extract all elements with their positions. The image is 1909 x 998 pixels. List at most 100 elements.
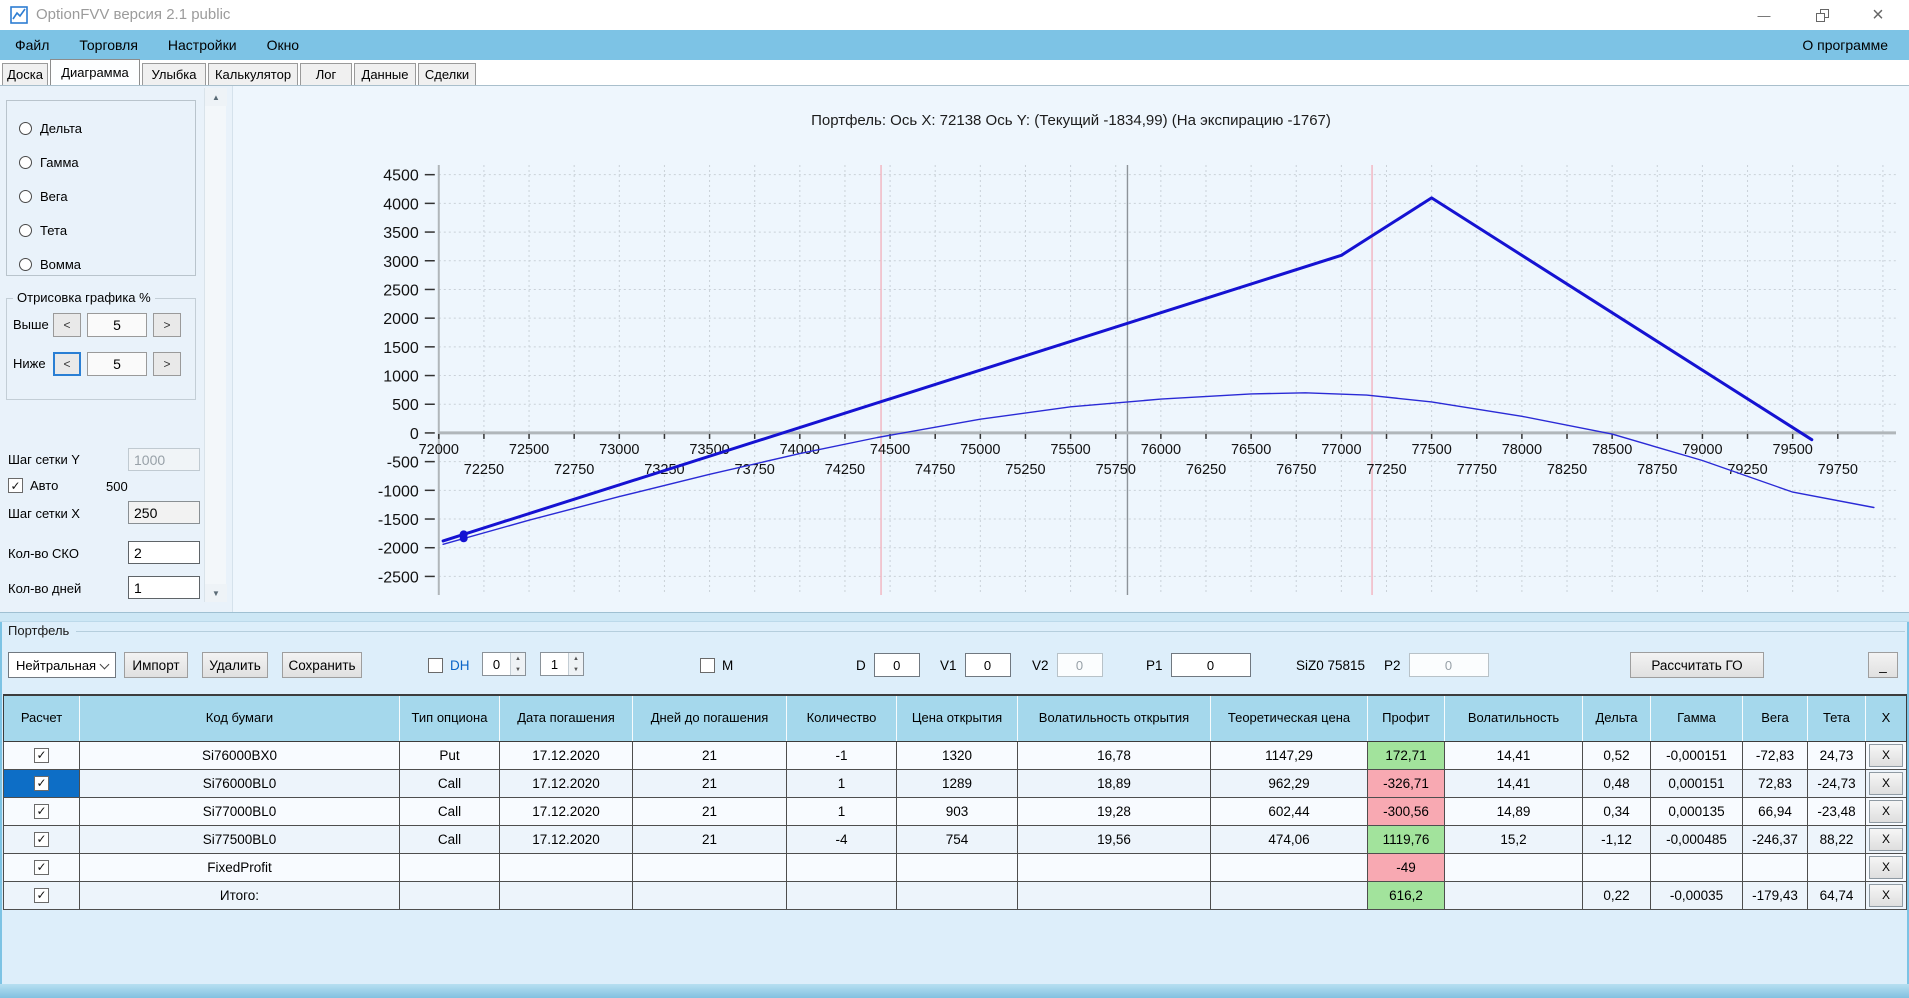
cell-profit: 616,2 bbox=[1367, 880, 1445, 910]
portfolio-chart[interactable]: -2500 -2000 -1500 -1000 -500 0 500 1000 1500 2000… bbox=[233, 86, 1909, 612]
p1-field-label: P1 bbox=[1146, 657, 1163, 673]
sko-count-input[interactable] bbox=[128, 541, 200, 564]
spin-up-icon[interactable]: ▲ bbox=[569, 653, 583, 664]
auto-row: ✓ Авто bbox=[8, 478, 58, 493]
tab-smile[interactable]: Улыбка bbox=[142, 63, 206, 85]
remove-row-button[interactable]: X bbox=[1869, 799, 1903, 823]
radio-label: Вомма bbox=[40, 256, 82, 272]
radio-vega[interactable]: Вега bbox=[19, 179, 195, 213]
menu-file[interactable]: Файл bbox=[0, 30, 64, 60]
spin-down-icon[interactable]: ▼ bbox=[511, 664, 525, 675]
tab-trades[interactable]: Сделки bbox=[418, 63, 476, 85]
radio-delta[interactable]: Дельта bbox=[19, 111, 195, 145]
menu-about[interactable]: О программе bbox=[1787, 30, 1903, 60]
dh-checkbox[interactable] bbox=[428, 657, 443, 673]
y-tick-label: 1500 bbox=[383, 340, 419, 357]
calc-margin-button[interactable]: Рассчитать ГО bbox=[1630, 652, 1764, 678]
tab-board[interactable]: Доска bbox=[2, 63, 48, 85]
radio-vomma[interactable]: Вомма bbox=[19, 247, 195, 281]
remove-row-button[interactable]: X bbox=[1869, 743, 1903, 767]
d-field-input[interactable] bbox=[873, 653, 920, 677]
cell-open-vol bbox=[1017, 880, 1211, 910]
menu-settings[interactable]: Настройки bbox=[153, 30, 252, 60]
below-value[interactable]: 5 bbox=[87, 351, 147, 376]
row-checkbox[interactable]: ✓ bbox=[34, 887, 49, 903]
cell-open-price: 1320 bbox=[896, 740, 1018, 770]
cell-type: Put bbox=[399, 740, 500, 770]
column-header: Профит bbox=[1367, 694, 1445, 742]
tab-log[interactable]: Лог bbox=[300, 63, 352, 85]
cell-vol: 14,41 bbox=[1444, 740, 1583, 770]
dh-spinner-1[interactable]: 0 ▲ ▼ bbox=[482, 652, 526, 676]
row-checkbox[interactable]: ✓ bbox=[34, 859, 49, 875]
draw-above-row: Выше < 5 > bbox=[13, 312, 193, 337]
y-tick-label: -1500 bbox=[378, 512, 419, 529]
cell-vol bbox=[1444, 852, 1583, 882]
radio-gamma[interactable]: Гамма bbox=[19, 145, 195, 179]
cursor-marker bbox=[459, 530, 468, 539]
cell-days: 21 bbox=[632, 824, 787, 854]
v2-field-input[interactable] bbox=[1056, 653, 1103, 677]
spin-up-icon[interactable]: ▲ bbox=[511, 653, 525, 664]
x-tick-label: 77250 bbox=[1366, 462, 1406, 478]
below-increase-button[interactable]: > bbox=[153, 351, 181, 376]
row-checkbox[interactable]: ✓ bbox=[34, 831, 49, 847]
y-tick-label: 2000 bbox=[383, 311, 419, 328]
scroll-down-icon[interactable]: ▼ bbox=[205, 584, 227, 602]
cell-delta: 0,48 bbox=[1582, 768, 1651, 798]
strategy-select[interactable]: Нейтральная bbox=[8, 652, 116, 678]
cell-profit: 172,71 bbox=[1367, 740, 1445, 770]
grid-step-x-input[interactable] bbox=[128, 501, 200, 524]
grid-step-y-input[interactable] bbox=[128, 448, 200, 471]
remove-row-button[interactable]: X bbox=[1869, 855, 1903, 879]
row-checkbox[interactable]: ✓ bbox=[34, 803, 49, 819]
below-decrease-button[interactable]: < bbox=[53, 351, 81, 376]
above-decrease-button[interactable]: < bbox=[53, 312, 81, 337]
diagram-tab-page: Дельта Гамма Вега Тета Вомма ▲ ▼ Отрисовка г… bbox=[0, 86, 1909, 612]
cell-vol: 14,89 bbox=[1444, 796, 1583, 826]
restore-button[interactable] bbox=[1799, 0, 1845, 30]
portfolio-toolbar: Нейтральная Импорт Удалить Сохранить DH 0 … bbox=[0, 650, 1909, 680]
remove-row-button[interactable]: X bbox=[1869, 883, 1903, 907]
cell-calc: ✓ bbox=[3, 824, 80, 854]
row-checkbox[interactable]: ✓ bbox=[34, 775, 49, 791]
days-count-input[interactable] bbox=[128, 576, 200, 599]
x-tick-label: 74500 bbox=[870, 442, 910, 458]
p1-field: P1 bbox=[1146, 652, 1251, 678]
column-header: Цена открытия bbox=[896, 694, 1018, 742]
cell-vega: 72,83 bbox=[1742, 768, 1808, 798]
tab-diagram[interactable]: Диаграмма bbox=[50, 59, 140, 85]
minimize-button[interactable]: — bbox=[1741, 0, 1787, 30]
cell-qty bbox=[786, 852, 897, 882]
sidebar-scrollbar[interactable]: ▲ ▼ bbox=[204, 88, 227, 602]
scroll-up-icon[interactable]: ▲ bbox=[205, 88, 227, 106]
panel-splitter[interactable] bbox=[0, 612, 1909, 622]
above-value[interactable]: 5 bbox=[87, 312, 147, 337]
cell-qty: 1 bbox=[786, 796, 897, 826]
v1-field-input[interactable] bbox=[964, 653, 1011, 677]
radio-theta[interactable]: Тета bbox=[19, 213, 195, 247]
p2-field-input[interactable] bbox=[1408, 653, 1489, 677]
above-increase-button[interactable]: > bbox=[153, 312, 181, 337]
cell-vega: 66,94 bbox=[1742, 796, 1808, 826]
save-button[interactable]: Сохранить bbox=[282, 652, 362, 678]
remove-row-button[interactable]: X bbox=[1869, 771, 1903, 795]
menu-trading[interactable]: Торговля bbox=[64, 30, 152, 60]
delete-button[interactable]: Удалить bbox=[202, 652, 268, 678]
p1-field-input[interactable] bbox=[1170, 653, 1251, 677]
dh-spinner-2[interactable]: 1 ▲ ▼ bbox=[540, 652, 584, 676]
cell-expiry bbox=[499, 880, 633, 910]
close-button[interactable]: × bbox=[1855, 0, 1901, 30]
row-checkbox[interactable]: ✓ bbox=[34, 747, 49, 763]
radio-circle-icon bbox=[19, 155, 32, 169]
spin-down-icon[interactable]: ▼ bbox=[569, 664, 583, 675]
m-checkbox[interactable] bbox=[700, 657, 715, 673]
tab-calculator[interactable]: Калькулятор bbox=[208, 63, 298, 85]
auto-checkbox[interactable]: ✓ bbox=[8, 478, 23, 493]
minimize-panel-button[interactable]: _ bbox=[1868, 652, 1898, 678]
x-tick-label: 78000 bbox=[1502, 442, 1542, 458]
tab-data[interactable]: Данные bbox=[354, 63, 416, 85]
menu-window[interactable]: Окно bbox=[252, 30, 315, 60]
import-button[interactable]: Импорт bbox=[124, 652, 188, 678]
remove-row-button[interactable]: X bbox=[1869, 827, 1903, 851]
